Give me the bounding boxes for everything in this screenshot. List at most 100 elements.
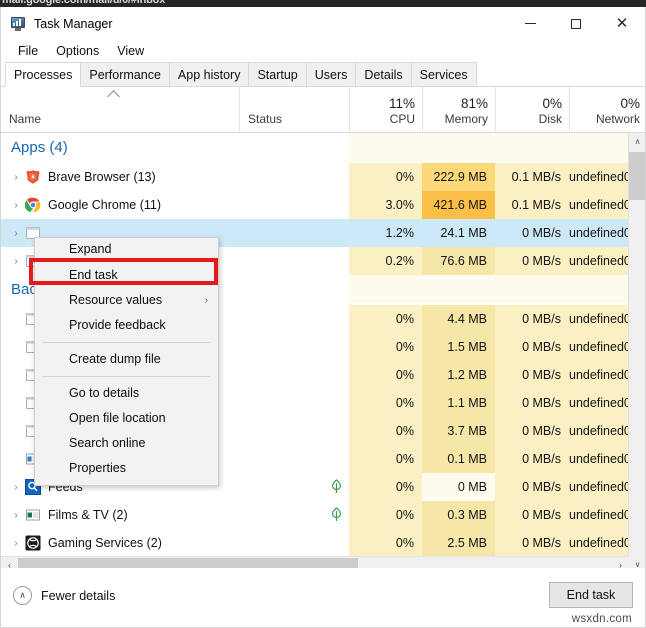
column-header-status[interactable]: Status [239, 86, 349, 132]
context-menu-item-search-online[interactable]: Search online [35, 431, 218, 456]
menu-view[interactable]: View [108, 42, 153, 60]
leaf-icon [331, 507, 342, 522]
process-name-cell[interactable]: › Films & TV (2) [1, 501, 239, 529]
close-button[interactable]: ✕ [599, 7, 645, 40]
process-cpu-cell: 0% [349, 529, 422, 557]
process-status-cell [239, 247, 349, 275]
expand-chevron-icon: › [7, 342, 25, 353]
vertical-scrollbar[interactable]: ∧ ∨ [628, 133, 645, 573]
process-cpu-cell: 0% [349, 163, 422, 191]
expand-chevron-icon: › [7, 398, 25, 409]
context-menu-item-go-to-details[interactable]: Go to details [35, 381, 218, 406]
process-network-cell: undefined0 Mbps [569, 163, 629, 191]
expand-chevron-icon[interactable]: › [7, 256, 25, 267]
tab-users[interactable]: Users [306, 62, 357, 86]
expand-chevron-icon[interactable]: › [7, 172, 25, 183]
column-header-row: Name Status 11% CPU 81% Memory 0% Disk 0… [1, 87, 645, 133]
context-menu-item-expand[interactable]: Expand [35, 241, 220, 262]
process-disk-cell: 0 MB/s [495, 389, 569, 417]
column-header-cpu-label: CPU [390, 112, 415, 126]
column-header-memory[interactable]: 81% Memory [422, 86, 495, 132]
films-tv-icon [25, 507, 41, 523]
process-name-label: Films & TV (2) [48, 508, 128, 522]
cpu-total-percent: 11% [389, 96, 415, 111]
menu-options[interactable]: Options [47, 42, 108, 60]
process-status-cell [239, 163, 349, 191]
end-task-button[interactable]: End task [549, 582, 633, 608]
table-row[interactable]: ›Gaming Services (2)0%2.5 MB0 MB/sundefi… [1, 529, 629, 557]
expand-chevron-icon[interactable]: › [7, 200, 25, 211]
chrome-icon [25, 197, 41, 213]
process-network-cell: undefined0 Mbps [569, 191, 629, 219]
process-memory-cell: 421.6 MB [422, 191, 495, 219]
context-menu-item-open-file-location[interactable]: Open file location [35, 406, 218, 431]
table-row[interactable]: ›Brave Browser (13)0%222.9 MB0.1 MB/sund… [1, 163, 629, 191]
process-status-cell [239, 501, 349, 529]
column-header-status-label: Status [248, 112, 282, 126]
context-menu-item-properties[interactable]: Properties [35, 456, 218, 481]
process-name-cell[interactable]: ›Google Chrome (11) [1, 191, 239, 219]
chevron-up-circle-icon: ∧ [13, 586, 32, 605]
column-header-disk[interactable]: 0% Disk [495, 86, 569, 132]
tab-bar: Processes Performance App history Startu… [1, 62, 645, 87]
column-header-cpu[interactable]: 11% CPU [349, 86, 422, 132]
process-memory-cell: 0.1 MB [422, 445, 495, 473]
process-status-cell [239, 219, 349, 247]
table-row[interactable]: ›Google Chrome (11)3.0%421.6 MB0.1 MB/su… [1, 191, 629, 219]
column-header-name[interactable]: Name [1, 86, 239, 132]
column-header-network[interactable]: 0% Network [569, 86, 646, 132]
tab-services[interactable]: Services [411, 62, 477, 86]
process-memory-cell: 4.4 MB [422, 305, 495, 333]
process-network-cell: undefined0 Mbps [569, 501, 629, 529]
context-menu-item-create-dump-file[interactable]: Create dump file [35, 347, 218, 372]
minimize-button[interactable] [507, 7, 553, 40]
process-network-cell: undefined0 Mbps [569, 247, 629, 275]
group-network-cell [569, 133, 629, 161]
process-memory-cell: 24.1 MB [422, 219, 495, 247]
process-name-cell[interactable]: › Gaming Services (2) [1, 529, 239, 557]
tab-processes[interactable]: Processes [5, 62, 81, 87]
expand-chevron-icon[interactable]: › [7, 228, 25, 239]
expand-chevron-icon[interactable]: › [7, 482, 25, 493]
maximize-button[interactable] [553, 7, 599, 40]
context-menu-item-resource-values-label: Resource values [69, 293, 162, 307]
menu-file[interactable]: File [9, 42, 47, 60]
process-cpu-cell: 0% [349, 417, 422, 445]
process-disk-cell: 0 MB/s [495, 529, 569, 557]
column-header-name-label: Name [9, 112, 41, 126]
process-name-cell[interactable]: ›Brave Browser (13) [1, 163, 239, 191]
brave-icon [25, 169, 41, 185]
tab-app-history[interactable]: App history [169, 62, 250, 86]
tab-details[interactable]: Details [355, 62, 411, 86]
title-bar: Task Manager ✕ [1, 7, 645, 40]
process-memory-cell: 222.9 MB [422, 163, 495, 191]
context-menu-separator [43, 342, 210, 343]
bottom-bar: ∧ Fewer details End task wsxdn.com [1, 568, 645, 627]
context-menu-item-expand-clipped[interactable]: Expand [35, 241, 220, 263]
expand-chevron-icon: › [7, 454, 25, 465]
process-name-label: Gaming Services (2) [48, 536, 162, 550]
context-menu-item-provide-feedback[interactable]: Provide feedback [35, 313, 218, 338]
watermark: wsxdn.com [572, 613, 632, 625]
table-row[interactable]: ›Films & TV (2)0%0.3 MB0 MB/sundefined0 … [1, 501, 629, 529]
expand-chevron-icon: › [7, 426, 25, 437]
process-cpu-cell: 3.0% [349, 191, 422, 219]
process-network-cell: undefined0 Mbps [569, 389, 629, 417]
process-memory-cell: 2.5 MB [422, 529, 495, 557]
context-menu-item-end-task[interactable]: End task [35, 263, 218, 288]
vertical-scrollbar-thumb[interactable] [629, 152, 645, 200]
expand-chevron-icon[interactable]: › [7, 510, 25, 521]
menu-bar: File Options View [1, 40, 645, 62]
process-status-cell [239, 473, 349, 501]
process-disk-cell: 0 MB/s [495, 501, 569, 529]
column-header-network-label: Network [596, 112, 640, 126]
expand-chevron-icon[interactable]: › [7, 538, 25, 549]
tab-startup[interactable]: Startup [248, 62, 306, 86]
tab-performance[interactable]: Performance [80, 62, 170, 86]
sort-ascending-icon [107, 90, 120, 103]
process-network-cell: undefined0 Mbps [569, 361, 629, 389]
scroll-up-button[interactable]: ∧ [629, 133, 645, 150]
fewer-details-button[interactable]: ∧ Fewer details [13, 586, 115, 605]
memory-total-percent: 81% [461, 96, 488, 111]
context-menu-item-resource-values[interactable]: Resource values › [35, 288, 218, 313]
